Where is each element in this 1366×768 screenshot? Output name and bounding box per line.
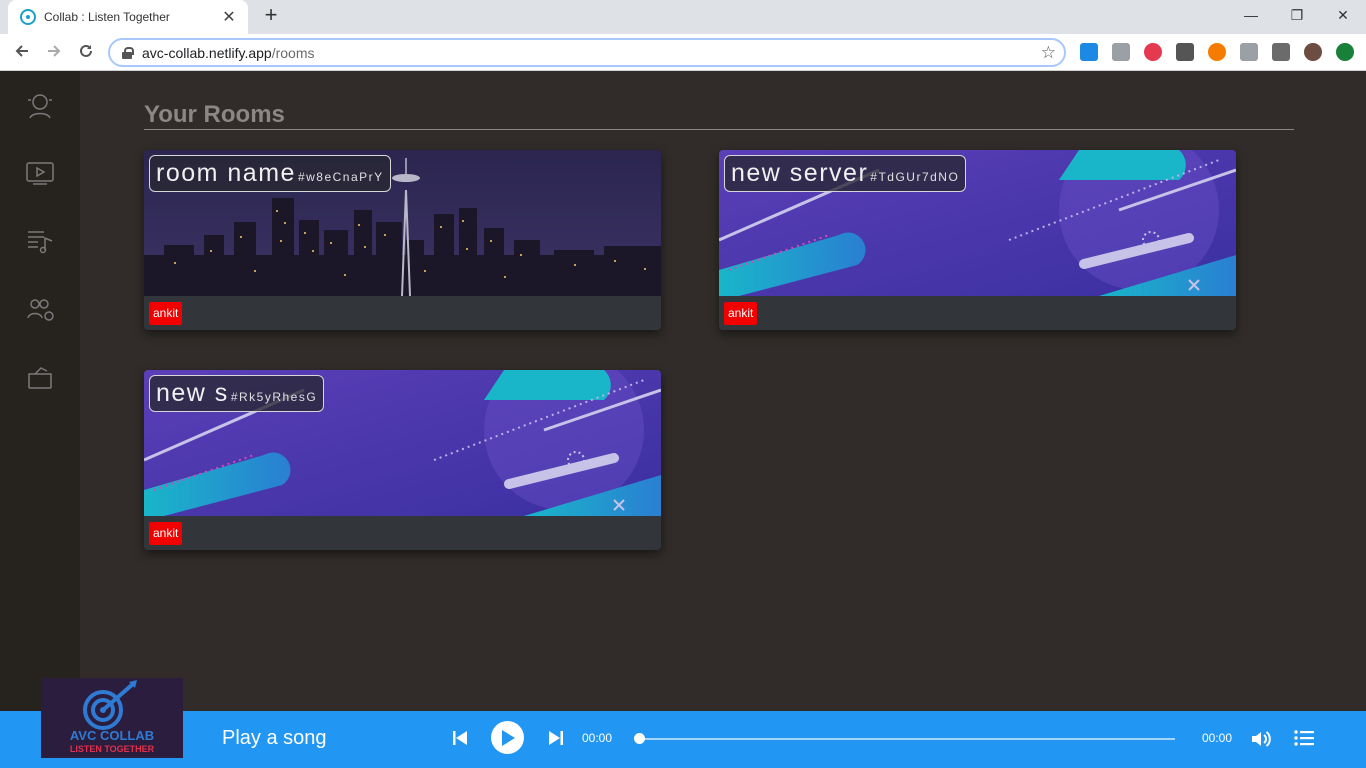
address-bar[interactable]: avc-collab.netlify.app/rooms ☆ (108, 38, 1066, 67)
room-cover-image: new s #Rk5yRhesG (144, 370, 661, 516)
total-time: 00:00 (1202, 731, 1233, 745)
list-icon (1294, 730, 1314, 746)
seek-bar[interactable] (638, 738, 1175, 740)
tab-title: Collab : Listen Together (44, 10, 170, 24)
queue-button[interactable] (1293, 727, 1315, 749)
forward-button[interactable] (42, 41, 66, 65)
reload-button[interactable] (74, 41, 98, 65)
previous-button[interactable] (450, 727, 470, 749)
room-card-footer: ankit (144, 516, 661, 550)
room-name: new server (731, 159, 869, 187)
arrow-right-icon (48, 45, 61, 57)
rooms-page: Your Rooms room name #w8eCnaPrY ankit ne… (80, 71, 1366, 711)
lock-icon (122, 46, 134, 59)
owner-badge: ankit (149, 522, 183, 545)
room-title: new server #TdGUr7dNO (724, 155, 967, 192)
guitar-target-icon (83, 680, 137, 730)
app-logo: AVC COLLAB LISTEN TOGETHER (41, 678, 183, 758)
skip-forward-icon (549, 731, 563, 745)
restore-button[interactable]: ❐ (1274, 0, 1320, 30)
users-icon[interactable] (24, 293, 56, 325)
room-card[interactable]: new server #TdGUr7dNO ankit (719, 150, 1236, 330)
sidebar (0, 71, 80, 711)
now-playing-label: Play a song (222, 727, 327, 749)
play-button[interactable] (491, 721, 524, 754)
room-name: new s (156, 379, 229, 407)
reload-icon (80, 44, 92, 57)
seek-handle[interactable] (634, 733, 645, 744)
update-icon[interactable] (1336, 43, 1354, 61)
room-card-footer: ankit (719, 296, 1236, 330)
play-icon (501, 729, 515, 746)
owner-badge: ankit (149, 302, 183, 325)
room-card[interactable]: room name #w8eCnaPrY ankit (144, 150, 661, 330)
puzzle-icon[interactable] (1272, 43, 1290, 61)
volume-icon (1252, 731, 1271, 747)
video-icon[interactable] (24, 157, 56, 189)
room-icon[interactable] (24, 361, 56, 393)
room-code: #Rk5yRhesG (230, 390, 318, 404)
room-card[interactable]: new s #Rk5yRhesG ankit (144, 370, 661, 550)
avatar[interactable] (1304, 43, 1322, 61)
browser-tab-strip: Collab : Listen Together ✕ + — ❐ ✕ (0, 0, 1366, 34)
close-window-button[interactable]: ✕ (1320, 0, 1366, 30)
extension-icon-2[interactable] (1112, 43, 1130, 61)
bookmark-star-icon[interactable]: ☆ (1041, 43, 1056, 63)
volume-button[interactable] (1250, 728, 1272, 750)
next-button[interactable] (546, 727, 566, 749)
extension-icon-3[interactable] (1144, 43, 1162, 61)
room-code: #TdGUr7dNO (870, 170, 960, 184)
room-title: new s #Rk5yRhesG (149, 375, 325, 412)
owner-badge: ankit (724, 302, 758, 325)
room-name: room name (156, 159, 296, 187)
title-divider (144, 129, 1294, 130)
extension-icon-1[interactable] (1080, 43, 1098, 61)
room-title: room name #w8eCnaPrY (149, 155, 391, 192)
url-path: /rooms (271, 44, 315, 61)
extension-icon-4[interactable] (1176, 43, 1194, 61)
logo-title: AVC COLLAB (69, 728, 155, 743)
current-time: 00:00 (582, 731, 613, 745)
browser-tab[interactable]: Collab : Listen Together ✕ (8, 0, 248, 34)
arrow-left-icon (15, 45, 28, 57)
room-cover-image: new server #TdGUr7dNO (719, 150, 1236, 296)
minimize-button[interactable]: — (1228, 0, 1274, 30)
room-cover-image: room name #w8eCnaPrY (144, 150, 661, 296)
playlist-icon[interactable] (24, 225, 56, 257)
logo-subtitle: LISTEN TOGETHER (69, 744, 155, 754)
room-card-footer: ankit (144, 296, 661, 330)
back-button[interactable] (10, 41, 34, 65)
camera-icon[interactable] (1240, 43, 1258, 61)
profile-icon[interactable] (24, 89, 56, 121)
react-favicon-icon (20, 9, 36, 25)
tab-close-icon[interactable]: ✕ (220, 7, 238, 27)
room-code: #w8eCnaPrY (297, 170, 384, 184)
new-tab-button[interactable]: + (260, 4, 282, 27)
url-host: avc-collab.netlify.app (142, 44, 272, 61)
page-title: Your Rooms (144, 101, 285, 128)
extension-icon-5[interactable] (1208, 43, 1226, 61)
skip-back-icon (453, 731, 467, 745)
browser-toolbar: avc-collab.netlify.app/rooms ☆ (0, 34, 1366, 71)
